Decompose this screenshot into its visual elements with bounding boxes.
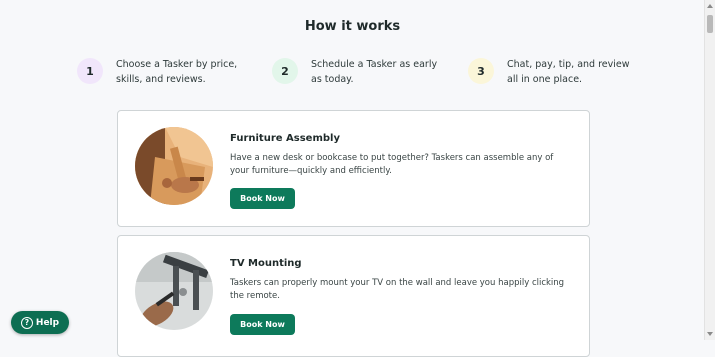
step-3: 3 Chat, pay, tip, and review all in one … (468, 57, 630, 87)
book-now-button[interactable]: Book Now (230, 188, 295, 209)
step-text-line: all in one place. (507, 74, 583, 85)
step-number-badge: 1 (77, 58, 103, 84)
card-description: Have a new desk or bookcase to put toget… (230, 153, 554, 176)
step-text-line: skills, and reviews. (116, 74, 206, 85)
step-number-badge: 3 (468, 58, 494, 84)
step-text-line: Schedule a Tasker as early (311, 59, 438, 70)
step-text-line: as today. (311, 74, 354, 85)
scroll-down-arrow-icon[interactable] (707, 332, 713, 336)
furniture-assembly-photo (135, 127, 213, 205)
tv-mounting-photo (135, 252, 213, 330)
card-description: Taskers can properly mount your TV on th… (230, 278, 565, 301)
section-title: How it works (304, 19, 401, 34)
scroll-up-arrow-icon[interactable] (707, 4, 713, 8)
book-now-button[interactable]: Book Now (230, 314, 295, 335)
card-title: TV Mounting (230, 258, 302, 269)
help-label: Help (35, 317, 60, 328)
step-2: 2 Schedule a Tasker as early as today. (272, 57, 437, 87)
question-mark-icon: ? (20, 316, 33, 329)
step-description: Choose a Tasker by price, skills, and re… (116, 57, 237, 87)
vertical-scrollbar[interactable] (704, 0, 715, 340)
step-text-line: Choose a Tasker by price, (116, 59, 238, 70)
step-text-line: Chat, pay, tip, and review (507, 59, 630, 70)
step-number-badge: 2 (272, 58, 298, 84)
how-it-works-section: How it works 1 Choose a Tasker by price,… (0, 0, 705, 357)
step-description: Chat, pay, tip, and review all in one pl… (507, 57, 630, 87)
service-card-furniture-assembly[interactable]: Furniture Assembly Have a new desk or bo… (117, 110, 590, 227)
service-card-tv-mounting[interactable]: TV Mounting Taskers can properly mount y… (117, 235, 590, 357)
card-title: Furniture Assembly (230, 133, 340, 144)
step-description: Schedule a Tasker as early as today. (311, 57, 437, 87)
help-button[interactable]: ? Help (11, 311, 69, 334)
scrollbar-thumb[interactable] (707, 15, 713, 33)
step-1: 1 Choose a Tasker by price, skills, and … (77, 57, 237, 87)
